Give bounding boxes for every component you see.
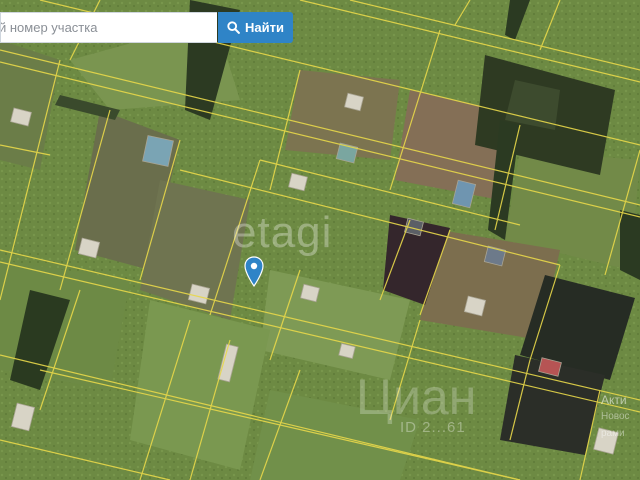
parcel-search-bar: Найти [0, 12, 293, 43]
search-button[interactable]: Найти [218, 12, 293, 43]
search-icon [227, 21, 240, 34]
search-button-label: Найти [245, 20, 284, 35]
map-pin-icon[interactable] [244, 256, 264, 292]
satellite-map[interactable] [0, 0, 640, 480]
parcel-number-input[interactable] [0, 12, 217, 43]
